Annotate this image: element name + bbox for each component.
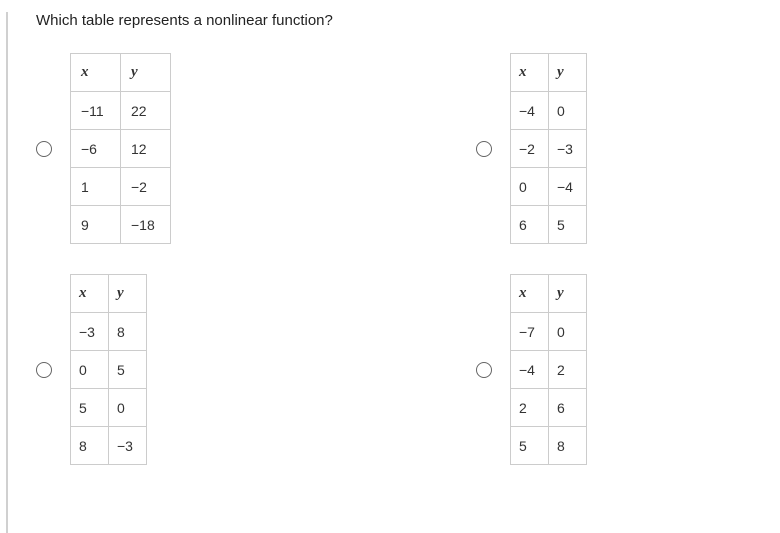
radio-icon[interactable] xyxy=(36,141,52,157)
header-x: x xyxy=(511,54,549,92)
header-y: y xyxy=(121,54,171,92)
question-container: Which table represents a nonlinear funct… xyxy=(6,12,780,533)
radio-icon[interactable] xyxy=(476,141,492,157)
cell-x: −4 xyxy=(511,351,549,389)
header-x: x xyxy=(511,275,549,313)
cell-x: 5 xyxy=(511,427,549,465)
cell-y: 5 xyxy=(549,206,587,244)
table-row: 6 5 xyxy=(511,206,587,244)
table-b: x y −4 0 −2 −3 0 −4 6 5 xyxy=(510,53,587,244)
table-d: x y −7 0 −4 2 2 6 5 8 xyxy=(510,274,587,465)
cell-y: 8 xyxy=(109,313,147,351)
table-header-row: x y xyxy=(71,275,147,313)
table-row: −7 0 xyxy=(511,313,587,351)
cell-y: −3 xyxy=(109,427,147,465)
table-row: 2 6 xyxy=(511,389,587,427)
table-row: 5 0 xyxy=(71,389,147,427)
radio-icon[interactable] xyxy=(476,362,492,378)
cell-x: 2 xyxy=(511,389,549,427)
table-row: 0 −4 xyxy=(511,168,587,206)
table-row: −2 −3 xyxy=(511,130,587,168)
table-row: 8 −3 xyxy=(71,427,147,465)
cell-y: −18 xyxy=(121,206,171,244)
table-row: −4 2 xyxy=(511,351,587,389)
header-x: x xyxy=(71,275,109,313)
cell-y: 6 xyxy=(549,389,587,427)
table-header-row: x y xyxy=(511,275,587,313)
cell-y: 2 xyxy=(549,351,587,389)
cell-y: 12 xyxy=(121,130,171,168)
radio-icon[interactable] xyxy=(36,362,52,378)
option-a[interactable]: x y −11 22 −6 12 1 −2 9 −18 xyxy=(36,53,326,244)
table-row: 5 8 xyxy=(511,427,587,465)
table-row: −11 22 xyxy=(71,92,171,130)
cell-x: 0 xyxy=(71,351,109,389)
cell-y: −4 xyxy=(549,168,587,206)
table-c: x y −3 8 0 5 5 0 8 −3 xyxy=(70,274,147,465)
cell-y: 5 xyxy=(109,351,147,389)
cell-x: −3 xyxy=(71,313,109,351)
option-c[interactable]: x y −3 8 0 5 5 0 8 −3 xyxy=(36,274,326,465)
cell-x: 0 xyxy=(511,168,549,206)
table-row: 1 −2 xyxy=(71,168,171,206)
option-d[interactable]: x y −7 0 −4 2 2 6 5 8 xyxy=(476,274,766,465)
table-row: 9 −18 xyxy=(71,206,171,244)
cell-x: −4 xyxy=(511,92,549,130)
header-y: y xyxy=(549,275,587,313)
cell-y: 0 xyxy=(549,313,587,351)
cell-y: −2 xyxy=(121,168,171,206)
option-b[interactable]: x y −4 0 −2 −3 0 −4 6 5 xyxy=(476,53,766,244)
header-x: x xyxy=(71,54,121,92)
table-header-row: x y xyxy=(511,54,587,92)
cell-x: −7 xyxy=(511,313,549,351)
cell-x: 5 xyxy=(71,389,109,427)
cell-x: 6 xyxy=(511,206,549,244)
cell-y: 8 xyxy=(549,427,587,465)
header-y: y xyxy=(109,275,147,313)
table-row: −4 0 xyxy=(511,92,587,130)
cell-y: 22 xyxy=(121,92,171,130)
cell-x: 1 xyxy=(71,168,121,206)
table-row: −3 8 xyxy=(71,313,147,351)
cell-x: 9 xyxy=(71,206,121,244)
options-grid: x y −11 22 −6 12 1 −2 9 −18 xyxy=(36,53,780,465)
cell-x: −2 xyxy=(511,130,549,168)
cell-y: −3 xyxy=(549,130,587,168)
cell-y: 0 xyxy=(549,92,587,130)
cell-x: −11 xyxy=(71,92,121,130)
question-text: Which table represents a nonlinear funct… xyxy=(36,12,780,29)
cell-y: 0 xyxy=(109,389,147,427)
table-row: −6 12 xyxy=(71,130,171,168)
cell-x: −6 xyxy=(71,130,121,168)
cell-x: 8 xyxy=(71,427,109,465)
table-header-row: x y xyxy=(71,54,171,92)
table-a: x y −11 22 −6 12 1 −2 9 −18 xyxy=(70,53,171,244)
header-y: y xyxy=(549,54,587,92)
table-row: 0 5 xyxy=(71,351,147,389)
